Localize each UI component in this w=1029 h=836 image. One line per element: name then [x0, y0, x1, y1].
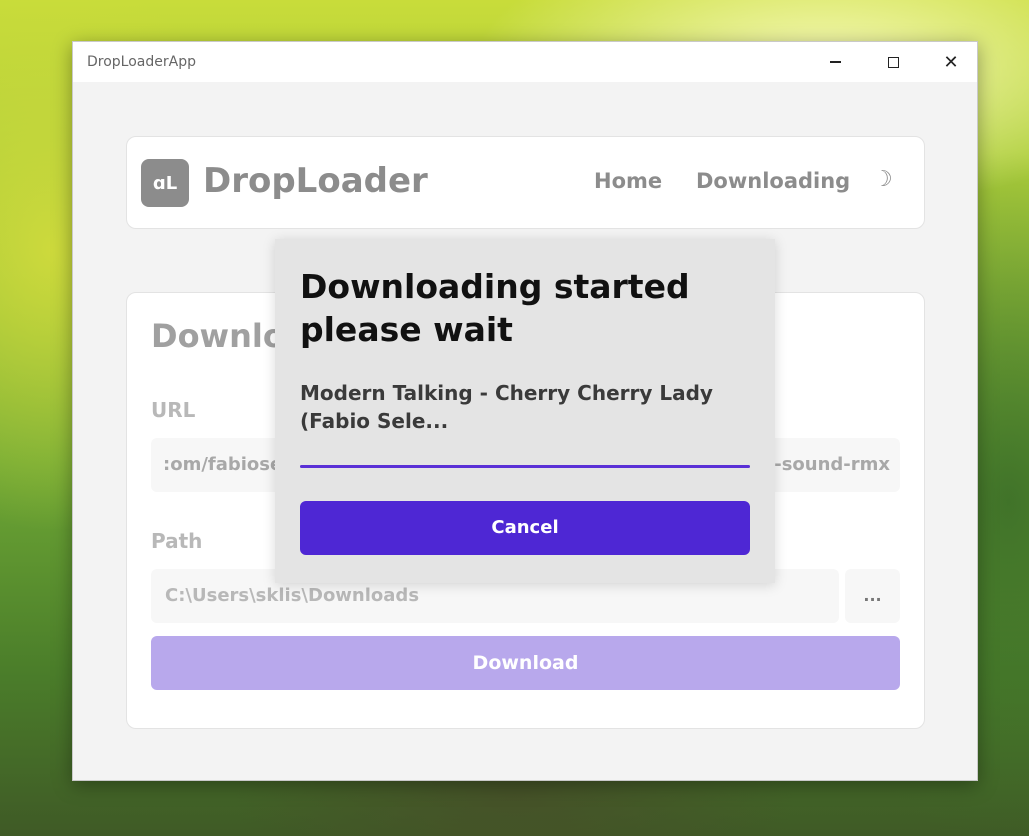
app-logo-icon: ɑL — [141, 159, 189, 207]
download-button[interactable]: Download — [151, 636, 900, 690]
nav-home[interactable]: Home — [594, 169, 662, 193]
browse-button[interactable]: ... — [845, 569, 900, 623]
close-icon: ✕ — [943, 51, 959, 73]
dialog-title: Downloading started please wait — [300, 267, 690, 349]
header-bar: ɑL DropLoader Home Downloading ☽ — [126, 136, 925, 229]
url-label: URL — [151, 398, 196, 422]
minimize-icon — [829, 61, 841, 63]
download-progress-dialog: Downloading started please wait Modern T… — [275, 239, 775, 583]
maximize-icon — [887, 56, 899, 68]
theme-toggle-moon-icon[interactable]: ☽ — [873, 167, 893, 192]
close-button[interactable]: ✕ — [922, 42, 980, 82]
brand-name: DropLoader — [203, 161, 428, 201]
url-input-text-end: r-sound-rmx — [765, 454, 890, 475]
maximize-button[interactable] — [864, 42, 922, 82]
dialog-song-name: Modern Talking - Cherry Cherry Lady (Fab… — [300, 381, 713, 433]
form-title: Downlo — [151, 317, 285, 355]
progress-fill — [300, 465, 750, 468]
window-title: DropLoaderApp — [87, 54, 196, 70]
title-bar[interactable]: DropLoaderApp ✕ — [73, 42, 977, 82]
path-label: Path — [151, 529, 203, 553]
minimize-button[interactable] — [806, 42, 864, 82]
download-progress-bar — [300, 465, 750, 468]
cancel-button[interactable]: Cancel — [300, 501, 750, 555]
nav-downloading[interactable]: Downloading — [696, 169, 850, 193]
url-input-text-start: :om/fabiose — [163, 454, 283, 475]
